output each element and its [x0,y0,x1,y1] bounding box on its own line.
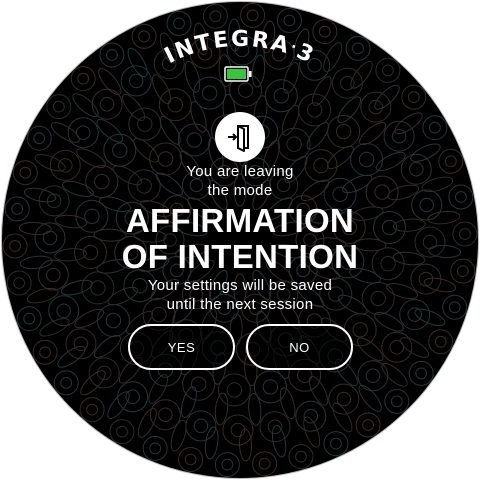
pattern-circle [142,435,168,461]
pattern-circle [32,339,58,365]
pattern-circle-inner [330,437,342,450]
pattern-circle-inner [390,395,403,408]
pattern-circle [355,412,381,438]
pattern-circle [185,410,217,442]
pattern-circle-inner [335,123,352,140]
pattern-circle [26,125,52,151]
pattern-petal [381,362,408,387]
battery-full-icon [224,66,252,82]
pattern-petal [148,374,169,404]
pattern-petal [394,112,423,135]
mode-title-line1: AFFIRMATION [125,202,355,239]
pattern-circle-inner [258,457,271,470]
pattern-circle-inner [86,403,98,416]
pattern-circle [323,431,349,457]
pattern-circle-inner [105,312,122,329]
exit-door-icon [228,125,249,152]
svg-text:INTEGRA·3: INTEGRA·3 [161,27,319,69]
pattern-circle-inner [39,346,51,359]
save-note-line2: until the next session [166,296,314,313]
leaving-text-line1: You are leaving [186,163,294,180]
pattern-petal [214,392,229,426]
pattern-circle-inner [221,458,234,471]
leaving-text-line2: the mode [207,182,273,199]
pattern-circle-inner [186,132,203,148]
pattern-circle-inner [149,442,162,455]
watch-face: INTEGRA·3 You are leaving the mode AFFIR… [2,2,478,478]
pattern-petal [180,386,197,418]
mode-title-line2: OF INTENTION [121,238,359,275]
pattern-circle [117,381,149,413]
pattern-circle-inner [73,336,89,352]
pattern-circle-inner [191,376,207,392]
pattern-petal [170,419,187,452]
pattern-circle [327,115,361,148]
pattern-circle [178,447,204,472]
pattern-circle-inner [362,419,375,431]
pattern-circle [149,399,181,431]
pattern-circle [384,388,410,414]
pattern-circle [422,115,448,141]
pattern-circle [428,329,454,355]
pattern-circle [53,370,79,396]
pattern-petal [303,416,321,448]
brand-logo: INTEGRA·3 [161,27,319,69]
pattern-circle-inner [33,132,46,145]
pattern-circle [259,411,291,443]
pattern-circle-inner [23,312,36,325]
exit-mode-button[interactable] [215,112,265,162]
pattern-petal [133,137,159,163]
pattern-circle-inner [415,367,428,380]
pattern-circle [65,328,97,360]
pattern-petal [358,384,382,412]
pattern-circle [109,419,135,445]
pattern-petal [39,318,70,337]
pattern-circle [383,120,415,152]
pattern-circle [128,107,162,141]
pattern-circle-inner [116,425,128,438]
pattern-petal [50,122,80,143]
pattern-circle-inner [226,382,243,398]
pattern-circle-inner [434,335,447,348]
pattern-circle [79,397,105,423]
brand-name: INTEGRA [161,27,293,69]
pattern-circle [381,331,413,363]
pattern-circle-inner [303,409,319,424]
pattern-circle-inner [158,407,173,422]
pattern-circle-inner [184,453,197,466]
pattern-circle-inner [286,136,302,152]
pattern-circle [295,400,327,432]
pattern-circle-inner [391,128,407,144]
no-button[interactable]: NO [246,324,353,370]
pattern-petal [204,426,219,460]
yes-button[interactable]: YES [128,324,235,370]
battery-level [227,69,246,79]
pattern-circle-inner [336,391,352,407]
pattern-circle-inner [193,418,209,434]
pattern-petal [57,345,86,368]
pattern-circle [357,360,389,392]
save-note-line1: Your settings will be saved [147,277,333,294]
pattern-circle [253,370,287,404]
pattern-circle [67,117,99,149]
pattern-circle [288,444,314,470]
pattern-circle [214,452,240,478]
pattern-circle-inner [429,121,441,134]
pattern-circle [408,360,434,386]
pattern-circle-inner [352,322,368,338]
pattern-circle [252,451,278,477]
pattern-circle-inner [262,379,279,395]
pattern-circle-inner [60,377,73,389]
pattern-circle [222,414,254,446]
pattern-circle [88,357,120,389]
pattern-circle-inner [295,450,307,463]
pattern-petal [400,337,430,358]
pattern-circle-inner [365,368,381,384]
pattern-petal [159,115,181,145]
pattern-petal [279,387,296,420]
pattern-circle-inner [112,142,128,158]
